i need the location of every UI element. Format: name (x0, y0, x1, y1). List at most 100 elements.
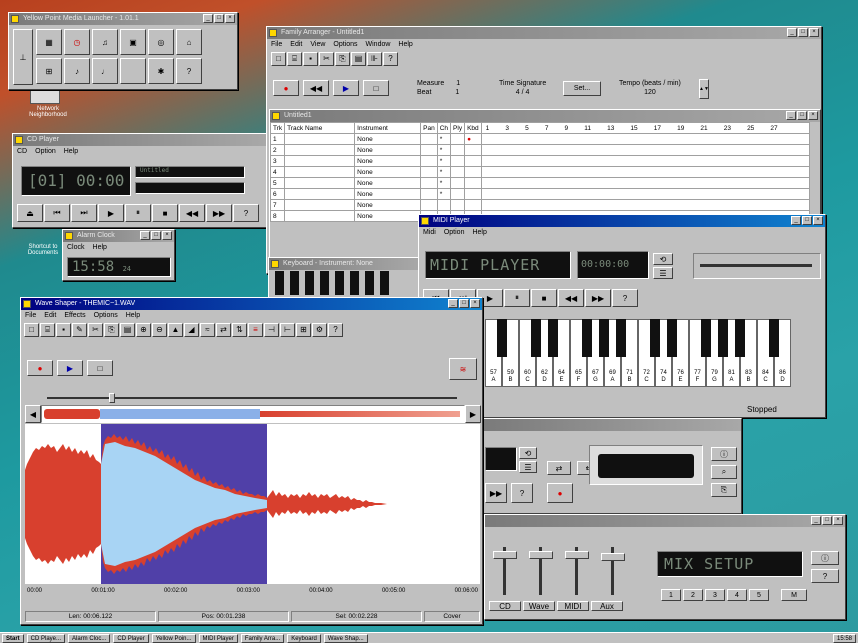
pan-cell[interactable] (420, 166, 438, 178)
black-key[interactable] (497, 319, 507, 357)
cd-icon[interactable]: ◎ (148, 29, 174, 55)
cd-fader[interactable] (491, 547, 519, 597)
pan-cell[interactable] (420, 199, 438, 211)
black-key[interactable] (531, 319, 541, 357)
mute-midi-button[interactable]: MIDI (557, 601, 589, 611)
ply-cell[interactable] (450, 166, 466, 178)
close-button[interactable]: × (470, 299, 480, 308)
music-notes-icon[interactable]: ♫ (92, 29, 118, 55)
measure-cells[interactable] (480, 199, 811, 211)
microphone-icon[interactable]: ♪ (64, 58, 90, 84)
zoom-out-icon[interactable]: ⊖ (152, 323, 167, 337)
close-button[interactable]: × (162, 231, 172, 240)
set-button[interactable]: Set... (563, 81, 601, 96)
taskbar-item[interactable]: Alarm Cloc... (68, 633, 111, 643)
black-key[interactable] (335, 271, 344, 295)
fast-forward-button[interactable]: ▶▶ (206, 204, 232, 222)
taskbar-item[interactable]: CD Playe... (26, 633, 66, 643)
ch-cell[interactable]: * (436, 166, 452, 178)
instrument-cell[interactable]: None (354, 144, 422, 156)
ply-cell[interactable] (450, 188, 466, 200)
kbd-cell[interactable] (464, 155, 482, 167)
loop-button[interactable]: ⟲ (519, 447, 537, 459)
black-key[interactable] (365, 271, 374, 295)
table-row[interactable]: 6 None * (270, 188, 811, 200)
black-key[interactable] (735, 319, 745, 357)
zoom-slider[interactable] (47, 393, 457, 403)
name-cell[interactable] (284, 210, 356, 222)
amplify-icon[interactable]: ▲ (168, 323, 183, 337)
alarm-clock-icon[interactable]: ◷ (64, 29, 90, 55)
black-key[interactable] (718, 319, 728, 357)
reverse-icon[interactable]: ⇄ (216, 323, 231, 337)
note-icon[interactable]: ♩ (92, 58, 118, 84)
ply-cell[interactable] (450, 144, 466, 156)
table-row[interactable]: 4 None * (270, 166, 811, 178)
slider-icon[interactable]: ⊥ (13, 29, 33, 85)
help-button[interactable]: ? (811, 569, 839, 583)
taskbar-item[interactable]: Family Arra... (240, 633, 285, 643)
black-key[interactable] (769, 319, 779, 357)
pan-cell[interactable] (420, 133, 438, 145)
menu-options[interactable]: Options (94, 310, 118, 321)
fast-forward-button[interactable]: ▶▶ (485, 483, 507, 503)
preset-4-button[interactable]: 4 (727, 589, 747, 601)
help-button[interactable]: ? (612, 289, 638, 307)
mixer-icon[interactable]: ⊞ (36, 58, 62, 84)
list-button[interactable]: ☰ (519, 461, 537, 473)
pan-cell[interactable] (420, 155, 438, 167)
cut-icon[interactable]: ✂ (319, 52, 334, 66)
stop-button[interactable]: ■ (531, 289, 557, 307)
taskbar-item[interactable]: CD Player (113, 633, 149, 643)
copy-button[interactable]: ⎘ (711, 483, 737, 497)
midi-position-slider[interactable] (693, 253, 821, 279)
mic-button[interactable]: ⇄ (547, 461, 571, 475)
black-key[interactable] (350, 271, 359, 295)
help-icon[interactable]: ? (176, 58, 202, 84)
table-row[interactable]: 1 None * ● (270, 133, 811, 145)
mute-cd-button[interactable]: CD (489, 601, 521, 611)
help-button[interactable]: ? (233, 204, 259, 222)
menu-cd[interactable]: CD (17, 146, 27, 157)
black-key[interactable] (616, 319, 626, 357)
rewind-button[interactable]: ◀◀ (179, 204, 205, 222)
minimize-button[interactable]: _ (787, 28, 797, 37)
close-button[interactable]: × (833, 516, 843, 525)
table-row[interactable]: 7 None (270, 199, 811, 211)
record-button[interactable]: ● (27, 360, 53, 376)
black-key[interactable] (290, 271, 299, 295)
midi-player-titlebar[interactable]: MIDI Player _ □ × (419, 215, 825, 227)
maximize-button[interactable]: □ (822, 516, 832, 525)
table-row[interactable]: 3 None * (270, 155, 811, 167)
arranger-icon[interactable]: ▦ (36, 29, 62, 55)
black-key[interactable] (599, 319, 609, 357)
menu-edit[interactable]: Edit (44, 310, 56, 321)
menu-view[interactable]: View (310, 39, 325, 50)
menu-option[interactable]: Option (444, 227, 465, 238)
ply-cell[interactable] (450, 155, 466, 167)
list-button[interactable]: ☰ (653, 267, 673, 279)
copy-icon[interactable]: ⎘ (335, 52, 350, 66)
table-row[interactable]: 2 None * (270, 144, 811, 156)
minimize-button[interactable]: _ (791, 216, 801, 225)
prev-track-button[interactable]: ⏮ (44, 204, 70, 222)
close-button[interactable]: × (813, 216, 823, 225)
maximize-button[interactable]: □ (214, 14, 224, 23)
ch-cell[interactable] (436, 199, 452, 211)
flip-icon[interactable]: ⇅ (232, 323, 247, 337)
black-key[interactable] (320, 271, 329, 295)
maximize-button[interactable]: □ (802, 216, 812, 225)
pause-button[interactable]: ⏸ (504, 289, 530, 307)
pan-cell[interactable] (420, 144, 438, 156)
black-key[interactable] (305, 271, 314, 295)
midi-keyboard[interactable]: 57 A 59 B 60 C 62 D 64 E 65 F 67 G 69 A 71 B 72 C … (485, 319, 791, 387)
ch-cell[interactable]: * (436, 188, 452, 200)
help-button[interactable]: ? (511, 483, 533, 503)
paste-icon[interactable]: ▤ (120, 323, 135, 337)
scroll-right-arrow-icon[interactable]: ▶ (465, 405, 481, 423)
media-launcher-titlebar[interactable]: Yellow Point Media Launcher - 1.01.1 _ □ × (9, 13, 237, 25)
menu-window[interactable]: Window (366, 39, 391, 50)
preset-2-button[interactable]: 2 (683, 589, 703, 601)
black-key[interactable] (650, 319, 660, 357)
maximize-button[interactable]: □ (459, 299, 469, 308)
